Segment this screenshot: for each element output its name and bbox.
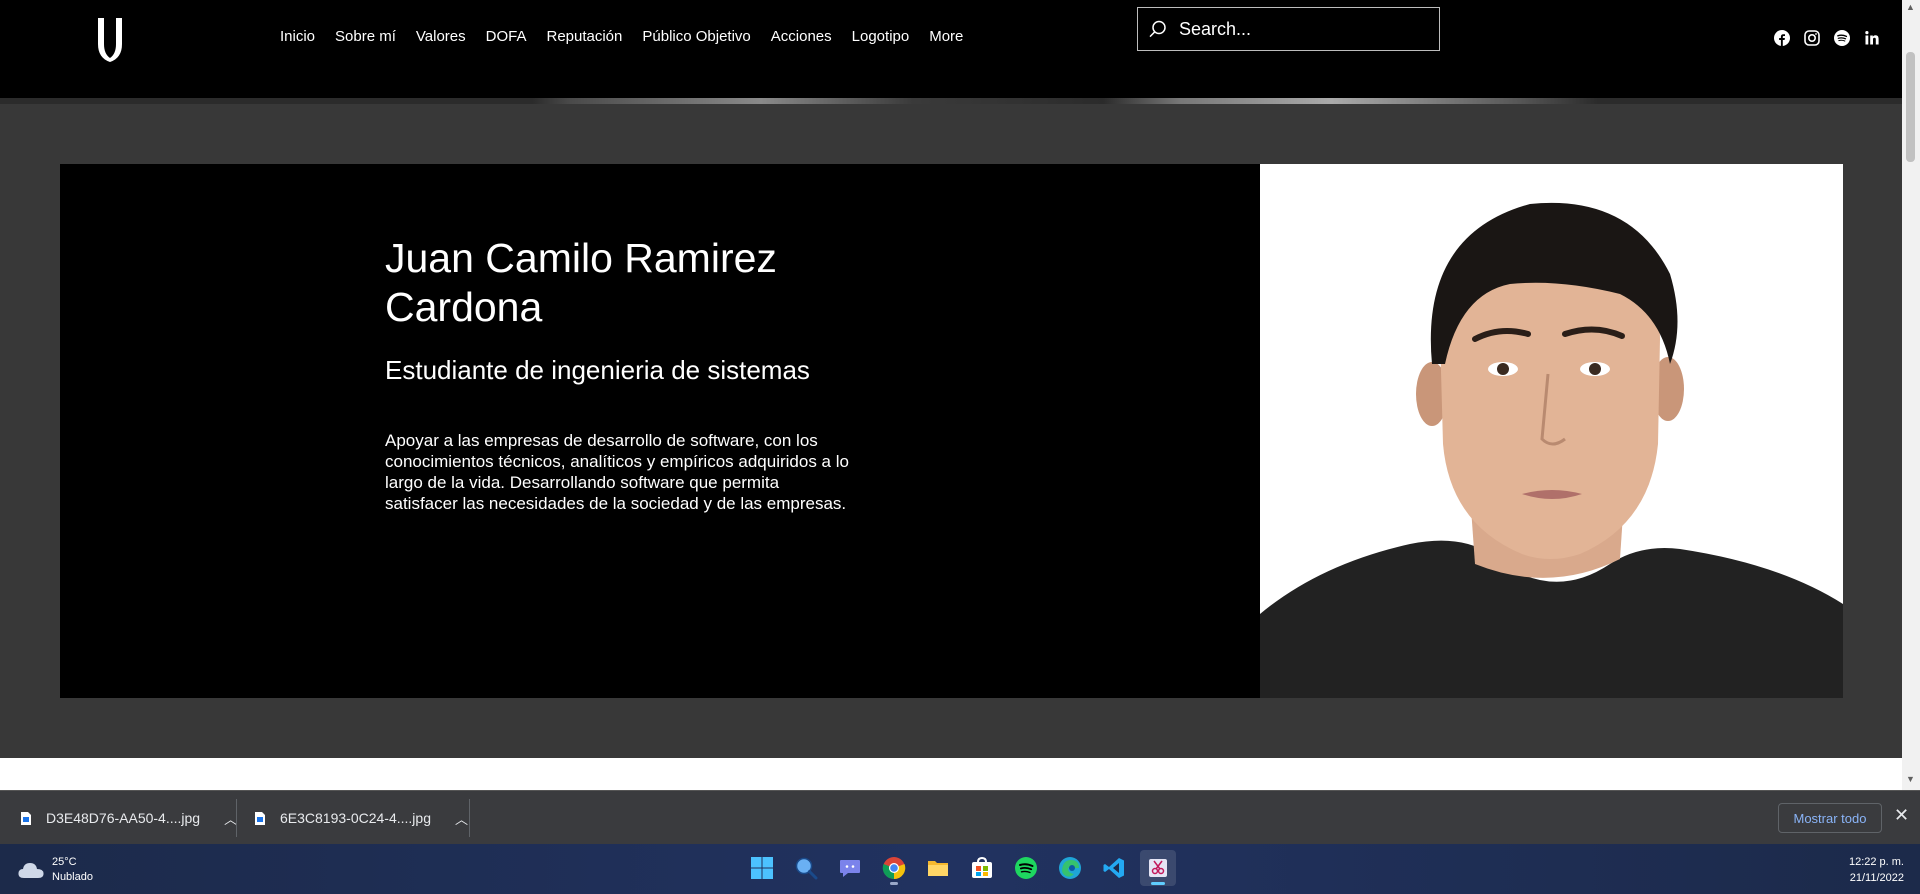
file-explorer-icon[interactable] (920, 850, 956, 886)
main-menu: Inicio Sobre mí Valores DOFA Reputación … (270, 28, 973, 45)
image-file-icon (255, 811, 265, 825)
snipping-tool-icon[interactable] (1140, 850, 1176, 886)
system-clock[interactable]: 12:22 p. m. 21/11/2022 (1840, 854, 1904, 886)
profile-description: Apoyar a las empresas de desarrollo de s… (385, 431, 849, 513)
weather-widget[interactable]: 25°C Nublado (18, 855, 93, 885)
clock-time: 12:22 p. m. (1848, 856, 1904, 868)
downloads-bar: D3E48D76-AA50-4....jpg ︿ 6E3C8193-0C24-4… (0, 790, 1920, 845)
close-icon[interactable]: ✕ (1894, 805, 1909, 826)
search-input[interactable] (1177, 17, 1421, 41)
teams-chat-icon[interactable] (832, 850, 868, 886)
spotify-icon[interactable] (1833, 29, 1851, 47)
scrollbar-thumb[interactable] (1906, 52, 1915, 162)
scroll-down-arrow-icon[interactable]: ▼ (1906, 774, 1915, 784)
profile-name: Juan Camilo Ramirez Cardona (385, 235, 777, 330)
edge-icon[interactable] (1052, 850, 1088, 886)
search-icon (1149, 20, 1166, 38)
menu-item-valores[interactable]: Valores (406, 28, 476, 45)
show-all-downloads-button[interactable]: Mostrar todo (1778, 803, 1882, 833)
weather-description: Nublado (52, 871, 93, 883)
menu-item-logotipo[interactable]: Logotipo (842, 28, 920, 45)
chrome-icon[interactable] (876, 850, 912, 886)
header-image-strip (0, 98, 1902, 104)
menu-item-inicio[interactable]: Inicio (270, 28, 325, 45)
clock-date: 21/11/2022 (1849, 872, 1904, 884)
download-filename: 6E3C8193-0C24-4....jpg (280, 810, 431, 826)
site-header: Inicio Sobre mí Valores DOFA Reputación … (0, 0, 1902, 98)
chevron-up-icon[interactable]: ︿ (455, 809, 468, 828)
divider (236, 799, 237, 837)
image-file-icon (21, 811, 31, 825)
instagram-icon[interactable] (1803, 29, 1821, 47)
menu-item-more[interactable]: More (919, 28, 973, 45)
spotify-icon[interactable] (1008, 850, 1044, 886)
download-item[interactable]: 6E3C8193-0C24-4....jpg ︿ (254, 791, 468, 845)
profile-photo-illustration (1260, 202, 1843, 698)
weather-temperature: 25°C (52, 856, 77, 868)
facebook-icon[interactable] (1773, 29, 1791, 47)
next-section-edge (0, 758, 1902, 790)
linkedin-icon[interactable] (1863, 29, 1881, 47)
menu-item-acciones[interactable]: Acciones (761, 28, 842, 45)
windows-taskbar: 25°C Nublado 12:22 p. m. 21/11/2022 (0, 844, 1920, 894)
menu-item-sobre-mi[interactable]: Sobre mí (325, 28, 406, 45)
menu-item-publico-objetivo[interactable]: Público Objetivo (632, 28, 760, 45)
download-item[interactable]: D3E48D76-AA50-4....jpg ︿ (20, 791, 237, 845)
download-filename: D3E48D76-AA50-4....jpg (46, 810, 201, 826)
cloud-icon (18, 863, 44, 878)
divider (469, 799, 470, 837)
menu-item-dofa[interactable]: DOFA (476, 28, 537, 45)
scroll-up-arrow-icon[interactable]: ▲ (1906, 2, 1915, 12)
microsoft-store-icon[interactable] (964, 850, 1000, 886)
search-box[interactable] (1137, 7, 1440, 51)
windows-start-icon[interactable] (744, 850, 780, 886)
vscode-icon[interactable] (1096, 850, 1132, 886)
profile-role: Estudiante de ingenieria de sistemas (385, 355, 810, 385)
search-icon[interactable] (788, 850, 824, 886)
profile-photo (1260, 164, 1843, 698)
taskbar-apps (744, 850, 1176, 886)
site-logo[interactable] (92, 14, 128, 62)
menu-item-reputacion[interactable]: Reputación (536, 28, 632, 45)
social-links (1773, 29, 1881, 47)
